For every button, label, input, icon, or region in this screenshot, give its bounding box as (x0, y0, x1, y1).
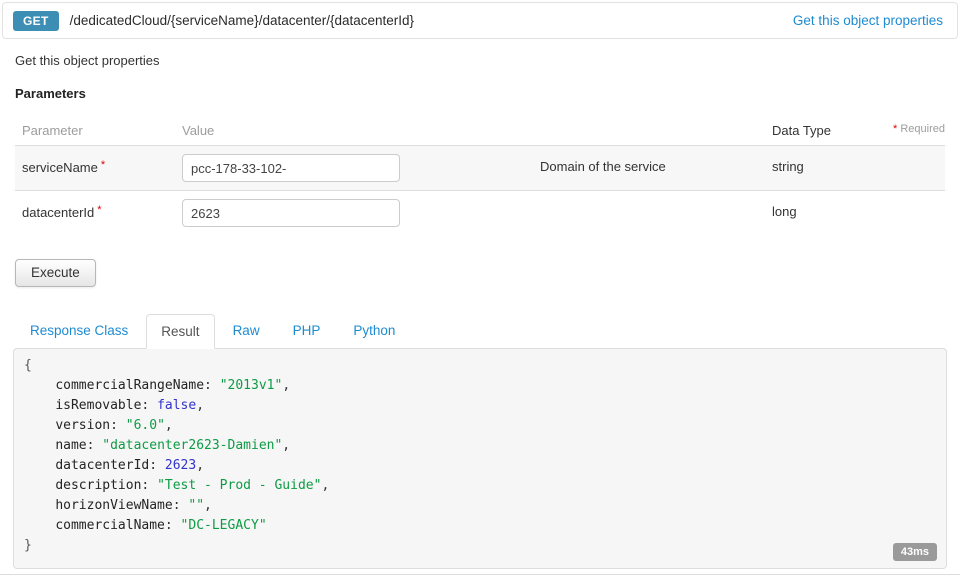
tab-python[interactable]: Python (338, 313, 410, 348)
datacenterid-input[interactable] (182, 199, 400, 227)
column-header-parameter: Parameter (15, 115, 182, 145)
tab-php[interactable]: PHP (278, 313, 336, 348)
result-panel: { commercialRangeName: "2013v1", isRemov… (13, 348, 947, 569)
param-data-type: string (772, 146, 872, 187)
parameters-table: Parameter Value Data Type * Required ser… (15, 115, 945, 235)
tab-raw[interactable]: Raw (218, 313, 275, 348)
http-method-badge: GET (13, 11, 59, 31)
result-code: { commercialRangeName: "2013v1", isRemov… (24, 356, 936, 556)
parameters-title: Parameters (15, 86, 960, 101)
operation-description: Get this object properties (15, 53, 960, 68)
param-name: datacenterId* (15, 191, 182, 233)
column-header-description (540, 115, 772, 130)
param-data-type: long (772, 191, 872, 232)
code-line: version: "6.0", (24, 416, 936, 436)
code-line: datacenterId: 2623, (24, 456, 936, 476)
column-header-data-type: Data Type (772, 115, 872, 145)
code-line: commercialRangeName: "2013v1", (24, 376, 936, 396)
servicename-input[interactable] (182, 154, 400, 182)
required-label: Required (897, 123, 945, 135)
code-line: description: "Test - Prod - Guide", (24, 476, 936, 496)
code-line: horizonViewName: "", (24, 496, 936, 516)
endpoint-header[interactable]: GET /dedicatedCloud/{serviceName}/datace… (2, 2, 958, 39)
execute-button[interactable]: Execute (15, 259, 96, 287)
code-line: } (24, 536, 936, 556)
required-asterisk: * (97, 204, 101, 216)
param-description: Domain of the service (540, 146, 772, 187)
code-line: { (24, 356, 936, 376)
code-line: isRemovable: false, (24, 396, 936, 416)
column-header-value: Value (182, 115, 540, 145)
parameters-table-header: Parameter Value Data Type * Required (15, 115, 945, 146)
required-asterisk: * (101, 159, 105, 171)
code-line: commercialName: "DC-LEGACY" (24, 516, 936, 536)
tab-response-class[interactable]: Response Class (15, 313, 143, 348)
object-properties-link[interactable]: Get this object properties (793, 13, 943, 28)
endpoint-path: /dedicatedCloud/{serviceName}/datacenter… (70, 13, 414, 28)
code-line: name: "datacenter2623-Damien", (24, 436, 936, 456)
param-description (540, 191, 772, 217)
duration-badge: 43ms (893, 543, 937, 561)
param-name: serviceName* (15, 146, 182, 188)
tab-result[interactable]: Result (146, 314, 214, 349)
column-header-required: * Required (872, 115, 945, 142)
table-row-servicename: serviceName* Domain of the service strin… (15, 146, 945, 191)
table-row-datacenterid: datacenterId* long (15, 191, 945, 235)
response-tabs: Response Class Result Raw PHP Python (15, 313, 960, 348)
